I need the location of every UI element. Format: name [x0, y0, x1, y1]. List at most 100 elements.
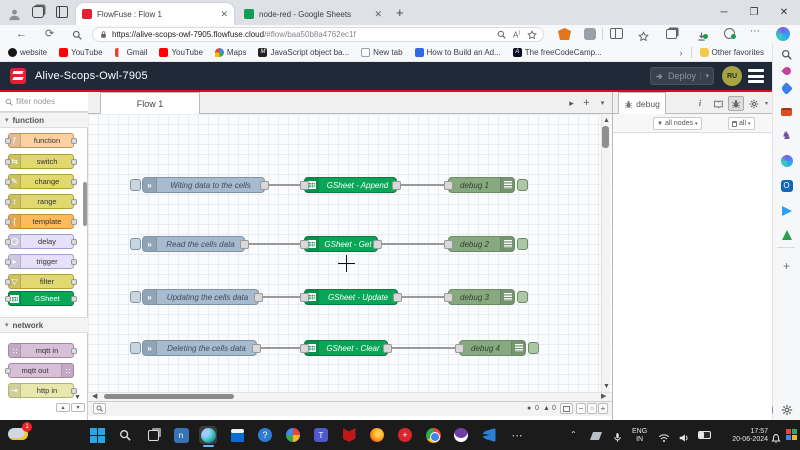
tab-google-sheets[interactable]: node-red - Google Sheets ✕ [238, 3, 388, 25]
teams-icon[interactable]: T [312, 426, 330, 444]
workspaces-icon[interactable] [32, 6, 44, 18]
palette-node-switch[interactable]: ⇆ switch [8, 154, 74, 169]
sync-icon[interactable] [724, 28, 735, 39]
scroll-left-icon[interactable]: ◀ [92, 393, 97, 400]
inject-button[interactable] [130, 291, 141, 303]
flow-list-caret[interactable]: ▾ [596, 96, 609, 110]
footer-search-button[interactable] [93, 403, 106, 414]
debug-toggle-button[interactable] [517, 291, 528, 303]
debug-clear-button[interactable]: all ▾ [728, 117, 755, 130]
home-search-icon[interactable] [72, 30, 82, 41]
scroll-up-icon[interactable]: ▲ [603, 117, 610, 124]
help-tab-icon[interactable] [710, 96, 726, 111]
debug-node[interactable]: debug 3 [448, 289, 515, 305]
collections-icon[interactable] [666, 29, 677, 39]
notifications-bell-icon[interactable] [770, 429, 782, 447]
canvas-hscroll-thumb[interactable] [104, 394, 234, 399]
input-port[interactable] [300, 240, 309, 249]
palette-node-trigger[interactable]: ▸ trigger [8, 254, 74, 269]
debug-node[interactable]: debug 2 [448, 236, 515, 252]
palette-node-http-in[interactable]: ⇥ http in [8, 383, 74, 398]
zoom-in-button[interactable]: + [598, 403, 608, 414]
output-port[interactable] [260, 181, 269, 190]
volume-tray-icon[interactable] [678, 429, 690, 447]
mcafee-icon[interactable] [340, 426, 358, 444]
navigator-map-button[interactable] [560, 403, 573, 414]
split-screen-icon[interactable] [610, 28, 623, 39]
wire[interactable] [388, 347, 459, 349]
output-port[interactable] [373, 240, 382, 249]
debug-tab[interactable]: debug [618, 92, 666, 115]
nodered-app-icon[interactable]: n [172, 426, 190, 444]
bookmark-youtube-2[interactable]: YouTube [159, 48, 202, 57]
sidebar-designer-icon[interactable] [779, 153, 794, 168]
get-help-icon[interactable]: ? [256, 426, 274, 444]
debug-node[interactable]: debug 1 [448, 177, 515, 193]
debug-node[interactable]: debug 4 [459, 340, 526, 356]
output-port[interactable] [392, 181, 401, 190]
sidebar-shopping-tag-icon[interactable] [779, 81, 794, 96]
input-port[interactable] [300, 344, 309, 353]
copilot-icon[interactable] [776, 27, 790, 41]
sidebar-drop-icon[interactable] [779, 203, 794, 218]
input-port[interactable] [444, 293, 453, 302]
palette-node-range[interactable]: ↕ range [8, 194, 74, 209]
user-avatar[interactable]: RU [722, 66, 742, 86]
inject-node[interactable]: » Updating the cells data [142, 289, 259, 305]
wire[interactable] [259, 296, 304, 298]
input-port[interactable] [444, 181, 453, 190]
task-view-icon[interactable] [144, 426, 162, 444]
gsheet-get-node[interactable]: GSheet - Get [304, 236, 378, 252]
sidebar-pin-icon[interactable] [779, 63, 794, 78]
palette-category-function[interactable]: ▾ function [0, 112, 88, 128]
debug-toggle-button[interactable] [517, 179, 528, 191]
wire[interactable] [397, 184, 448, 186]
inject-node[interactable]: » Witing data to the cells [142, 177, 265, 193]
deploy-options-caret[interactable]: ▾ [700, 72, 709, 80]
battery-tray-icon[interactable] [698, 431, 711, 439]
palette-category-network[interactable]: ▾ network [0, 317, 88, 333]
canvas-vscroll-thumb[interactable] [602, 126, 609, 148]
more-menu-icon[interactable]: ⋯ [750, 26, 760, 37]
edge-taskbar-icon[interactable] [199, 426, 217, 444]
palette-collapse-up-button[interactable]: ▴ [56, 403, 70, 412]
reload-icon[interactable]: ⟳ [45, 29, 54, 40]
window-minimize-button[interactable]: ─ [712, 0, 736, 24]
github-desktop-icon[interactable] [452, 426, 470, 444]
palette-node-function[interactable]: ƒ function [8, 133, 74, 148]
input-port[interactable] [300, 181, 309, 190]
scroll-down-icon[interactable]: ▼ [603, 383, 610, 390]
vertical-tabs-icon[interactable] [56, 6, 68, 18]
sidebar-search-icon[interactable] [779, 47, 794, 62]
zoom-out-button[interactable]: − [576, 403, 586, 414]
bookmark-new-tab[interactable]: New tab [361, 48, 402, 57]
clock[interactable]: 17:57 20-06-2024 [716, 428, 768, 444]
tray-expand-chevron[interactable]: ⌃ [570, 430, 577, 439]
output-port[interactable] [393, 293, 402, 302]
sidebar-tree-icon[interactable] [779, 227, 794, 242]
new-tab-button[interactable]: + [396, 5, 404, 20]
google-photos-icon[interactable] [284, 426, 302, 444]
sidebar-toolbox-icon[interactable] [779, 104, 794, 119]
flow-tab[interactable]: Flow 1 [100, 92, 200, 115]
vscode-icon[interactable] [480, 426, 498, 444]
red-cross-app-icon[interactable]: + [396, 426, 414, 444]
bookmark-gmail[interactable]: Gmail [115, 48, 148, 57]
bookmark-how-to-build[interactable]: How to Build an Ad... [415, 48, 501, 57]
tab-flowfuse[interactable]: FlowFuse : Flow 1 ✕ [76, 3, 234, 25]
firefox-icon[interactable] [368, 426, 386, 444]
palette-node-filter[interactable]: ▽ filter [8, 274, 74, 289]
debug-filter-button[interactable]: ▼ all nodes ▾ [653, 117, 702, 130]
input-port[interactable] [444, 240, 453, 249]
back-icon[interactable]: ← [16, 29, 27, 40]
gsheet-append-node[interactable]: GSheet - Append [304, 177, 397, 193]
palette-search[interactable]: filter nodes [0, 92, 88, 112]
sidebar-games-icon[interactable]: ♞ [779, 128, 794, 143]
input-port[interactable] [455, 344, 464, 353]
language-indicator[interactable]: ENGIN [632, 428, 647, 444]
address-bar[interactable]: https://alive-scops-owl-7905.flowfuse.cl… [92, 27, 544, 42]
inject-button[interactable] [130, 342, 141, 354]
palette-collapse-down-button[interactable]: ▾ [71, 403, 85, 412]
bookmark-website[interactable]: website [8, 48, 47, 57]
inject-button[interactable] [130, 179, 141, 191]
